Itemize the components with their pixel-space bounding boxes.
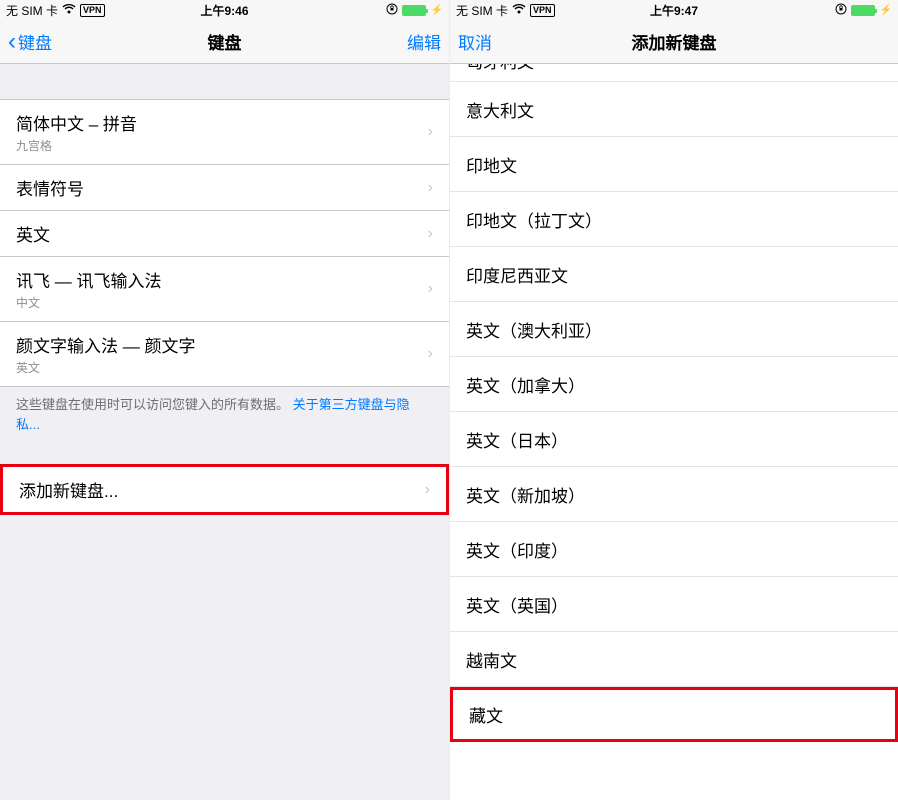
language-row[interactable]: 英文（新加坡） xyxy=(450,467,898,522)
language-row[interactable]: 越南文 xyxy=(450,632,898,687)
keyboard-title: 表情符号 xyxy=(16,175,84,200)
back-label: 键盘 xyxy=(18,29,52,54)
right-content[interactable]: 匈牙利文 意大利文印地文印地文（拉丁文） 印度尼西亚文英文（澳大利亚） 英文（加拿大… xyxy=(450,64,898,800)
language-row[interactable]: 印度尼西亚文 xyxy=(450,247,898,302)
battery-icon xyxy=(851,5,875,16)
battery-icon xyxy=(402,5,426,16)
rotation-lock-icon xyxy=(835,3,847,18)
status-time: 上午9:46 xyxy=(0,2,449,19)
language-row[interactable]: 英文（加拿大） xyxy=(450,357,898,412)
language-label: 印地文（拉丁文） xyxy=(466,207,602,232)
language-row[interactable]: 印地文 xyxy=(450,137,898,192)
page-title: 添加新键盘 xyxy=(450,29,898,54)
language-label: 印地文 xyxy=(466,152,517,177)
keyboard-row[interactable]: 简体中文 – 拼音 九宫格 › xyxy=(0,100,449,165)
status-bar: 无 SIM 卡 VPN 上午9:46 ⚡ xyxy=(0,0,449,20)
back-button[interactable]: ‹ 键盘 xyxy=(8,29,52,54)
chevron-right-icon: › xyxy=(428,123,433,141)
language-row[interactable]: 英文（英国） xyxy=(450,577,898,632)
language-label: 英文（澳大利亚） xyxy=(466,317,602,342)
nav-bar: ‹ 键盘 键盘 编辑 xyxy=(0,20,449,64)
language-row[interactable]: 英文（澳大利亚） xyxy=(450,302,898,357)
language-row-partial[interactable]: 匈牙利文 xyxy=(450,64,898,82)
chevron-right-icon: › xyxy=(428,179,433,197)
chevron-right-icon: › xyxy=(428,225,433,243)
footer-text: 这些键盘在使用时可以访问您键入的所有数据。 xyxy=(16,397,289,412)
keyboard-subtitle: 中文 xyxy=(16,294,161,311)
language-label: 意大利文 xyxy=(466,97,534,122)
cancel-label: 取消 xyxy=(458,29,492,54)
rotation-lock-icon xyxy=(386,3,398,18)
language-label: 印度尼西亚文 xyxy=(466,262,568,287)
keyboard-subtitle: 英文 xyxy=(16,359,195,376)
language-label: 藏文 xyxy=(469,702,503,727)
language-row[interactable]: 英文（日本） xyxy=(450,412,898,467)
chevron-left-icon: ‹ xyxy=(8,30,16,54)
keyboard-title: 英文 xyxy=(16,221,50,246)
language-label: 英文（新加坡） xyxy=(466,482,585,507)
language-row[interactable]: 英文（印度） xyxy=(450,522,898,577)
language-row[interactable]: 印地文（拉丁文） xyxy=(450,192,898,247)
language-label: 英文（印度） xyxy=(466,537,568,562)
left-screen: 无 SIM 卡 VPN 上午9:46 ⚡ ‹ 键盘 键盘 编辑 xyxy=(0,0,449,800)
right-screen: 无 SIM 卡 VPN 上午9:47 ⚡ 取消 添加新键盘 匈牙利文 意大利文印… xyxy=(449,0,898,800)
language-label: 越南文 xyxy=(466,647,517,672)
chevron-right-icon: › xyxy=(428,280,433,298)
charging-icon: ⚡ xyxy=(431,5,443,16)
keyboard-title: 讯飞 — 讯飞输入法 xyxy=(16,267,161,292)
charging-icon: ⚡ xyxy=(880,5,892,16)
language-row[interactable]: 藏文 xyxy=(450,687,898,742)
add-keyboard-row[interactable]: 添加新键盘... › xyxy=(3,467,446,512)
language-row[interactable]: 意大利文 xyxy=(450,82,898,137)
add-keyboard-section: 添加新键盘... › xyxy=(0,464,449,515)
keyboard-row[interactable]: 表情符号 › xyxy=(0,165,449,211)
nav-bar: 取消 添加新键盘 xyxy=(450,20,898,64)
edit-label: 编辑 xyxy=(407,29,441,54)
keyboards-section: 简体中文 – 拼音 九宫格 › 表情符号 › 英文 › 讯飞 — 讯飞输入法 xyxy=(0,99,449,387)
status-time: 上午9:47 xyxy=(450,2,898,19)
section-spacer xyxy=(0,442,449,464)
language-label: 英文（英国） xyxy=(466,592,568,617)
section-spacer xyxy=(0,64,449,99)
status-bar: 无 SIM 卡 VPN 上午9:47 ⚡ xyxy=(450,0,898,20)
keyboard-row[interactable]: 颜文字输入法 — 颜文字 英文 › xyxy=(0,322,449,386)
language-label: 匈牙利文 xyxy=(466,64,534,73)
language-label: 英文（加拿大） xyxy=(466,372,585,397)
language-label: 英文（日本） xyxy=(466,427,568,452)
keyboard-row[interactable]: 讯飞 — 讯飞输入法 中文 › xyxy=(0,257,449,322)
keyboard-subtitle: 九宫格 xyxy=(16,137,137,154)
keyboard-title: 颜文字输入法 — 颜文字 xyxy=(16,332,195,357)
page-title: 键盘 xyxy=(0,29,449,54)
keyboard-row[interactable]: 英文 › xyxy=(0,211,449,257)
chevron-right-icon: › xyxy=(425,481,430,499)
left-content: 简体中文 – 拼音 九宫格 › 表情符号 › 英文 › 讯飞 — 讯飞输入法 xyxy=(0,64,449,800)
section-footer: 这些键盘在使用时可以访问您键入的所有数据。 关于第三方键盘与隐私... xyxy=(0,387,449,442)
keyboard-title: 简体中文 – 拼音 xyxy=(16,110,137,135)
cancel-button[interactable]: 取消 xyxy=(458,29,492,54)
chevron-right-icon: › xyxy=(428,345,433,363)
add-keyboard-label: 添加新键盘... xyxy=(19,477,118,502)
edit-button[interactable]: 编辑 xyxy=(407,29,441,54)
